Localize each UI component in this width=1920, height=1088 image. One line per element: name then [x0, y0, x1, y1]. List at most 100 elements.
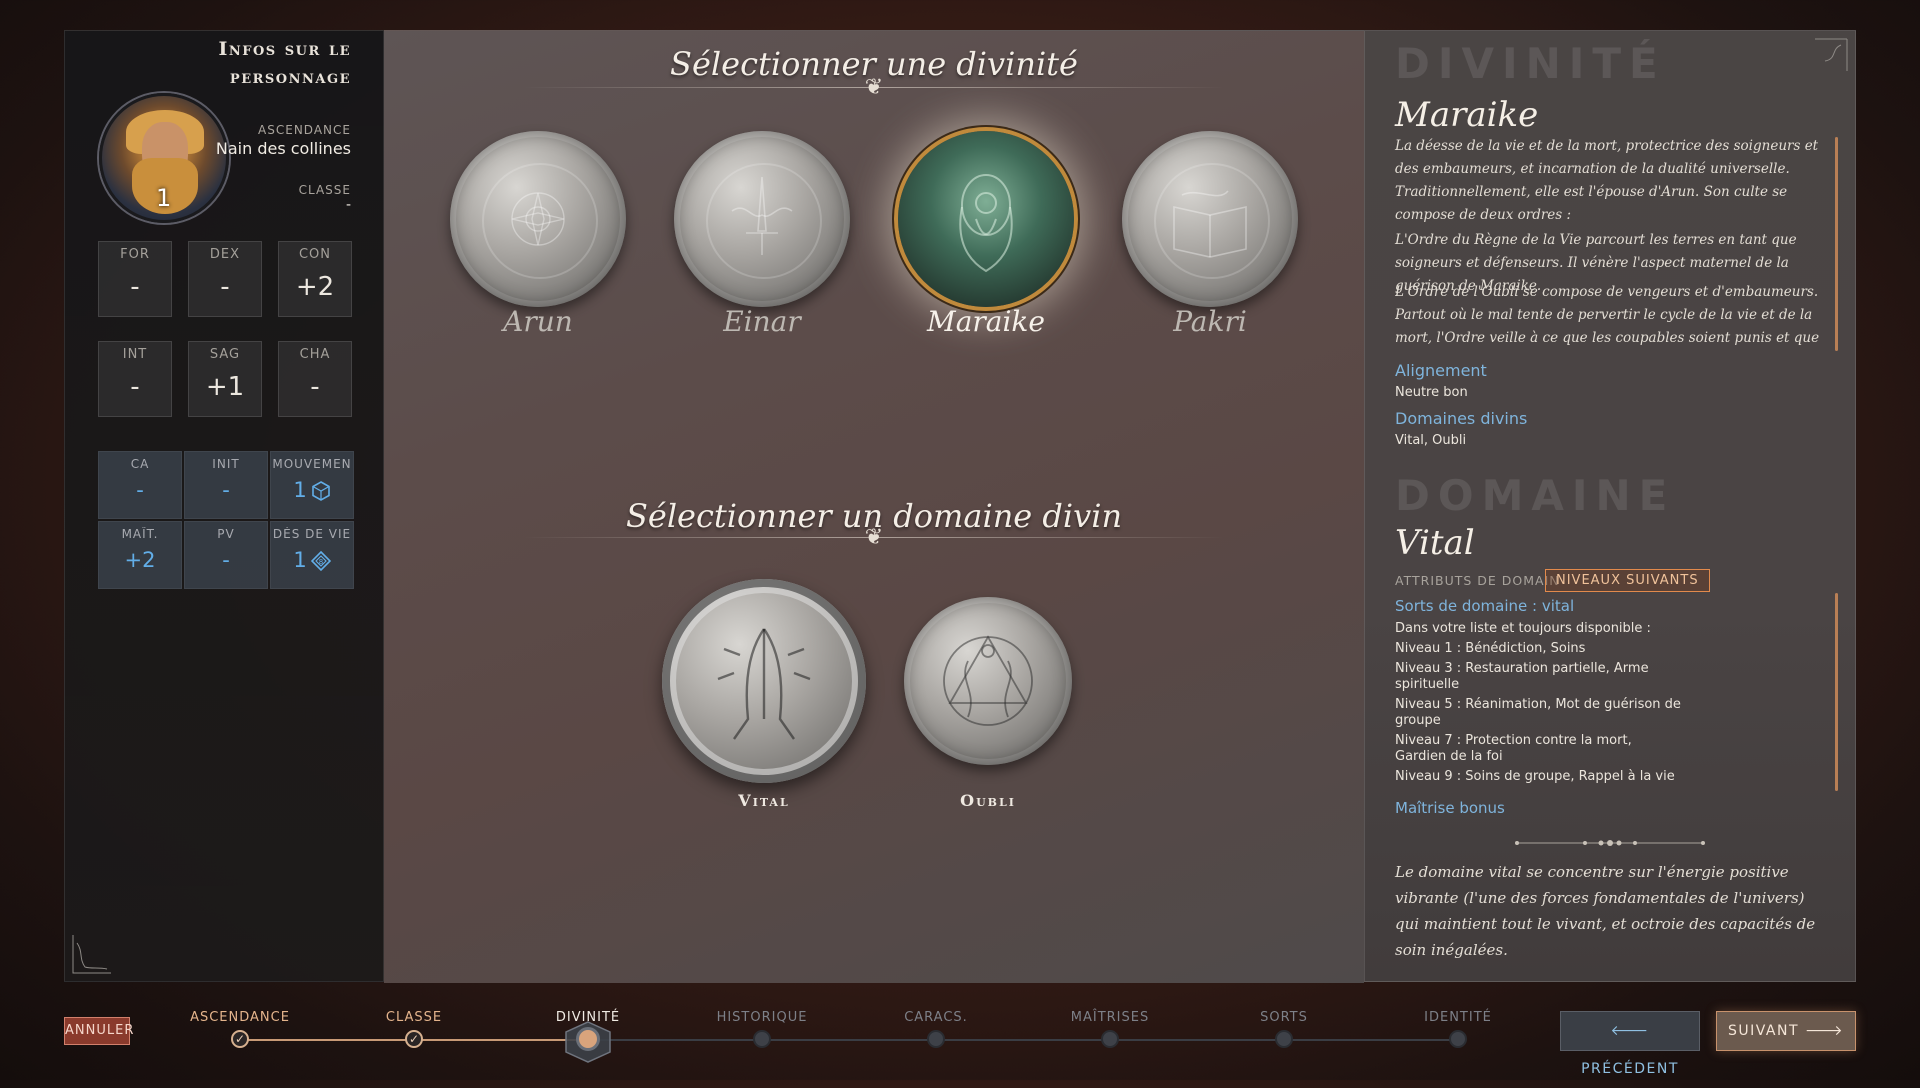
ability-label: FOR [120, 247, 150, 262]
deity-coin-arun[interactable] [450, 131, 626, 307]
deity-coin-einar[interactable] [674, 131, 850, 307]
combat-label: PV [217, 527, 235, 541]
alignment-value: Neutre bon [1395, 385, 1468, 400]
domain-attributes-label: ATTRIBUTS DE DOMAIN [1395, 573, 1560, 588]
step-label-identite[interactable]: IDENTITÉ [1388, 1010, 1528, 1025]
domain-name-heading: Vital [1395, 523, 1475, 563]
ability-value: - [130, 372, 140, 402]
arrow-right-icon: 🡒 [1804, 1023, 1845, 1039]
character-portrait[interactable]: 1 [99, 93, 229, 223]
deity-name-arun[interactable]: Arun [438, 305, 638, 338]
domain-attributes-scrollbar[interactable] [1835, 593, 1838, 791]
deity-coin-pakri[interactable] [1122, 131, 1298, 307]
combat-value: - [222, 478, 230, 502]
combat-value-wrap: 18 [271, 548, 353, 572]
next-levels-button[interactable]: NIVEAUX SUIVANTS [1545, 569, 1710, 592]
step-label-maitrises[interactable]: MAÎTRISES [1040, 1010, 1180, 1025]
step-dot-historique[interactable] [753, 1030, 771, 1048]
ability-int: INT - [98, 341, 172, 417]
combat-label: MOUVEMEN [272, 457, 352, 471]
ability-con: CON +2 [278, 241, 352, 317]
movement: MOUVEMEN 1 [270, 451, 354, 519]
next-label: SUIVANT [1727, 1023, 1800, 1039]
next-button[interactable]: SUIVANT 🡒 [1716, 1011, 1856, 1051]
domain-description: Le domaine vital se concentre sur l'éner… [1395, 863, 1816, 959]
mandala-icon [511, 192, 565, 246]
combat-label: INIT [212, 457, 240, 471]
domain-spells-label: Sorts de domaine : vital [1395, 597, 1575, 615]
serpent-sigil-icon [943, 635, 1033, 726]
domain-coin-vital[interactable] [662, 579, 866, 783]
flourish-icon: ❦ [864, 75, 884, 100]
ability-str: FOR - [98, 241, 172, 317]
combat-value: +2 [124, 548, 156, 572]
ability-label: INT [122, 347, 148, 362]
step-dot-maitrises[interactable] [1101, 1030, 1119, 1048]
hit-points: PV - [184, 521, 268, 589]
divine-domains-label: Domaines divins [1395, 409, 1528, 428]
divider-ornament-icon [1515, 840, 1705, 846]
step-dot-divinite[interactable] [576, 1027, 600, 1051]
deity-name-heading: Maraike [1395, 95, 1539, 135]
step-dot-caracs[interactable] [927, 1030, 945, 1048]
deity-description-scrollbar[interactable] [1835, 137, 1838, 351]
previous-button[interactable]: 🡐 PRÉCÉDENT [1560, 1011, 1700, 1077]
combat-label: DÉS DE VIE [272, 527, 352, 541]
ability-label: DEX [209, 247, 241, 262]
class-label: CLASSE [298, 183, 351, 197]
checkmark-icon: ✓ [408, 1032, 420, 1046]
domain-spells-level-3: Niveau 3 : Restauration partielle, Arme … [1395, 661, 1649, 692]
combat-value: - [136, 478, 144, 502]
bonus-proficiency-label: Maîtrise bonus [1395, 799, 1505, 817]
deity-name-einar[interactable]: Einar [662, 305, 862, 338]
previous-label: PRÉCÉDENT [1581, 1061, 1679, 1077]
domain-name-vital[interactable]: Vital [664, 791, 864, 810]
combat-label: MAÎT. [121, 527, 159, 541]
character-level: 1 [156, 184, 172, 212]
d6-die-icon [311, 481, 330, 501]
ancestry-label: ASCENDANCE [258, 123, 351, 137]
domain-spells-level-1: Niveau 1 : Bénédiction, Soins [1395, 641, 1586, 656]
deity-name-pakri[interactable]: Pakri [1110, 305, 1310, 338]
ability-cha: CHA - [278, 341, 352, 417]
deity-coin-maraike[interactable] [898, 131, 1074, 307]
deity-description-3: L'Ordre de l'Oubli se compose de vengeur… [1395, 284, 1820, 346]
ability-wis: SAG +1 [188, 341, 262, 417]
step-label-classe[interactable]: CLASSE [344, 1010, 484, 1025]
deity-name-maraike[interactable]: Maraike [886, 305, 1086, 338]
domain-spells-level-5: Niveau 5 : Réanimation, Mot de guérison … [1395, 697, 1681, 728]
alignment-label: Alignement [1395, 361, 1487, 380]
praying-hands-icon [717, 628, 811, 740]
ancestry-value: Nain des collines [215, 139, 351, 158]
domain-spells-level-7: Niveau 7 : Protection contre la mort, Ga… [1395, 733, 1632, 764]
step-dot-classe[interactable]: ✓ [405, 1030, 423, 1048]
corner-ornament-icon [72, 935, 111, 974]
step-dot-sorts[interactable] [1275, 1030, 1293, 1048]
character-info-title: Infos sur le personnage [218, 38, 351, 88]
details-panel: DIVINITÉ Maraike La déesse de la vie et … [1364, 30, 1856, 982]
deity-section-header: DIVINITÉ [1395, 39, 1666, 88]
combat-value: 1 [293, 478, 307, 502]
svg-text:8: 8 [318, 558, 322, 566]
ability-label: SAG [209, 347, 241, 362]
combat-label: CA [130, 457, 150, 471]
checkmark-icon: ✓ [234, 1032, 246, 1046]
character-info-panel: Infos sur le personnage 1 ASCENDANCE Nai… [64, 30, 384, 982]
cancel-button[interactable]: ANNULER [64, 1017, 133, 1045]
step-label-historique[interactable]: HISTORIQUE [692, 1010, 832, 1025]
combat-value-wrap: 1 [271, 478, 353, 502]
hooded-figure-icon [959, 174, 1013, 273]
domain-coin-oubli[interactable] [904, 597, 1072, 765]
ability-label: CHA [299, 347, 331, 362]
selection-panel: Sélectionner une divinité ❦ Arun Einar M… [384, 30, 1364, 983]
step-label-sorts[interactable]: SORTS [1214, 1010, 1354, 1025]
ability-value: +2 [295, 272, 335, 302]
domain-section-header: DOMAINE [1395, 471, 1676, 520]
step-dot-ascendance[interactable]: ✓ [231, 1030, 249, 1048]
domain-name-oubli[interactable]: Oubli [888, 791, 1088, 810]
deity-description-1: La déesse de la vie et de la mort, prote… [1395, 138, 1819, 223]
step-dot-identite[interactable] [1449, 1030, 1467, 1048]
book-icon [1173, 190, 1247, 258]
step-label-caracs[interactable]: CARACS. [866, 1010, 1006, 1025]
step-label-ascendance[interactable]: ASCENDANCE [170, 1010, 310, 1025]
